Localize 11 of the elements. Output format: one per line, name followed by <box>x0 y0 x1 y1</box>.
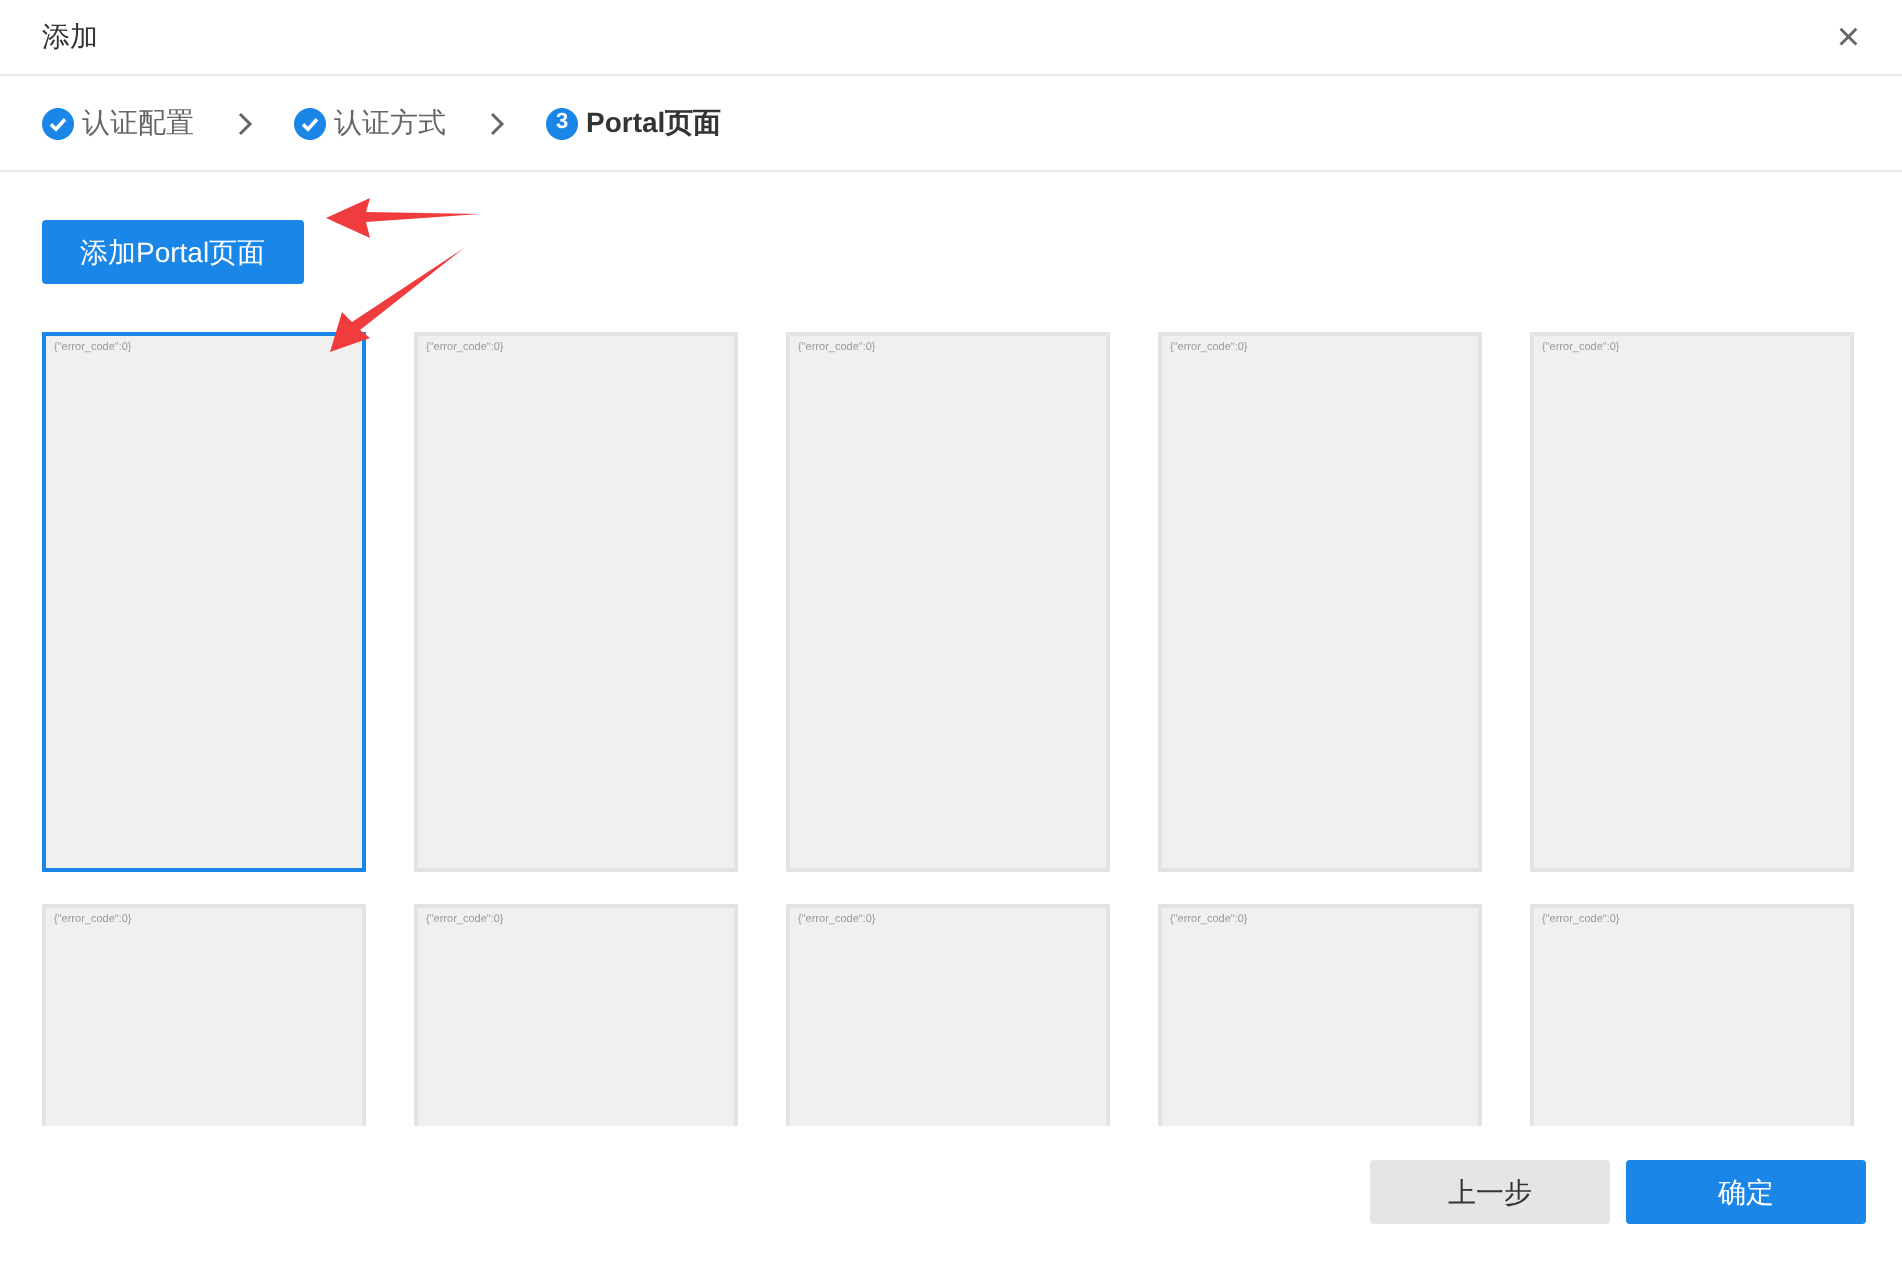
step-label: 认证配置 <box>82 104 194 142</box>
add-portal-button[interactable]: 添加Portal页面 <box>42 220 304 284</box>
dialog-title: 添加 <box>42 18 98 56</box>
step-number: 3 <box>546 107 578 139</box>
confirm-button[interactable]: 确定 <box>1626 1160 1866 1224</box>
chevron-icon <box>234 111 254 135</box>
close-button[interactable]: × <box>1836 17 1860 57</box>
chevron-icon <box>486 111 506 135</box>
back-button[interactable]: 上一步 <box>1370 1160 1610 1224</box>
step-label: Portal页面 <box>586 104 722 142</box>
step-label: 认证方式 <box>334 104 446 142</box>
